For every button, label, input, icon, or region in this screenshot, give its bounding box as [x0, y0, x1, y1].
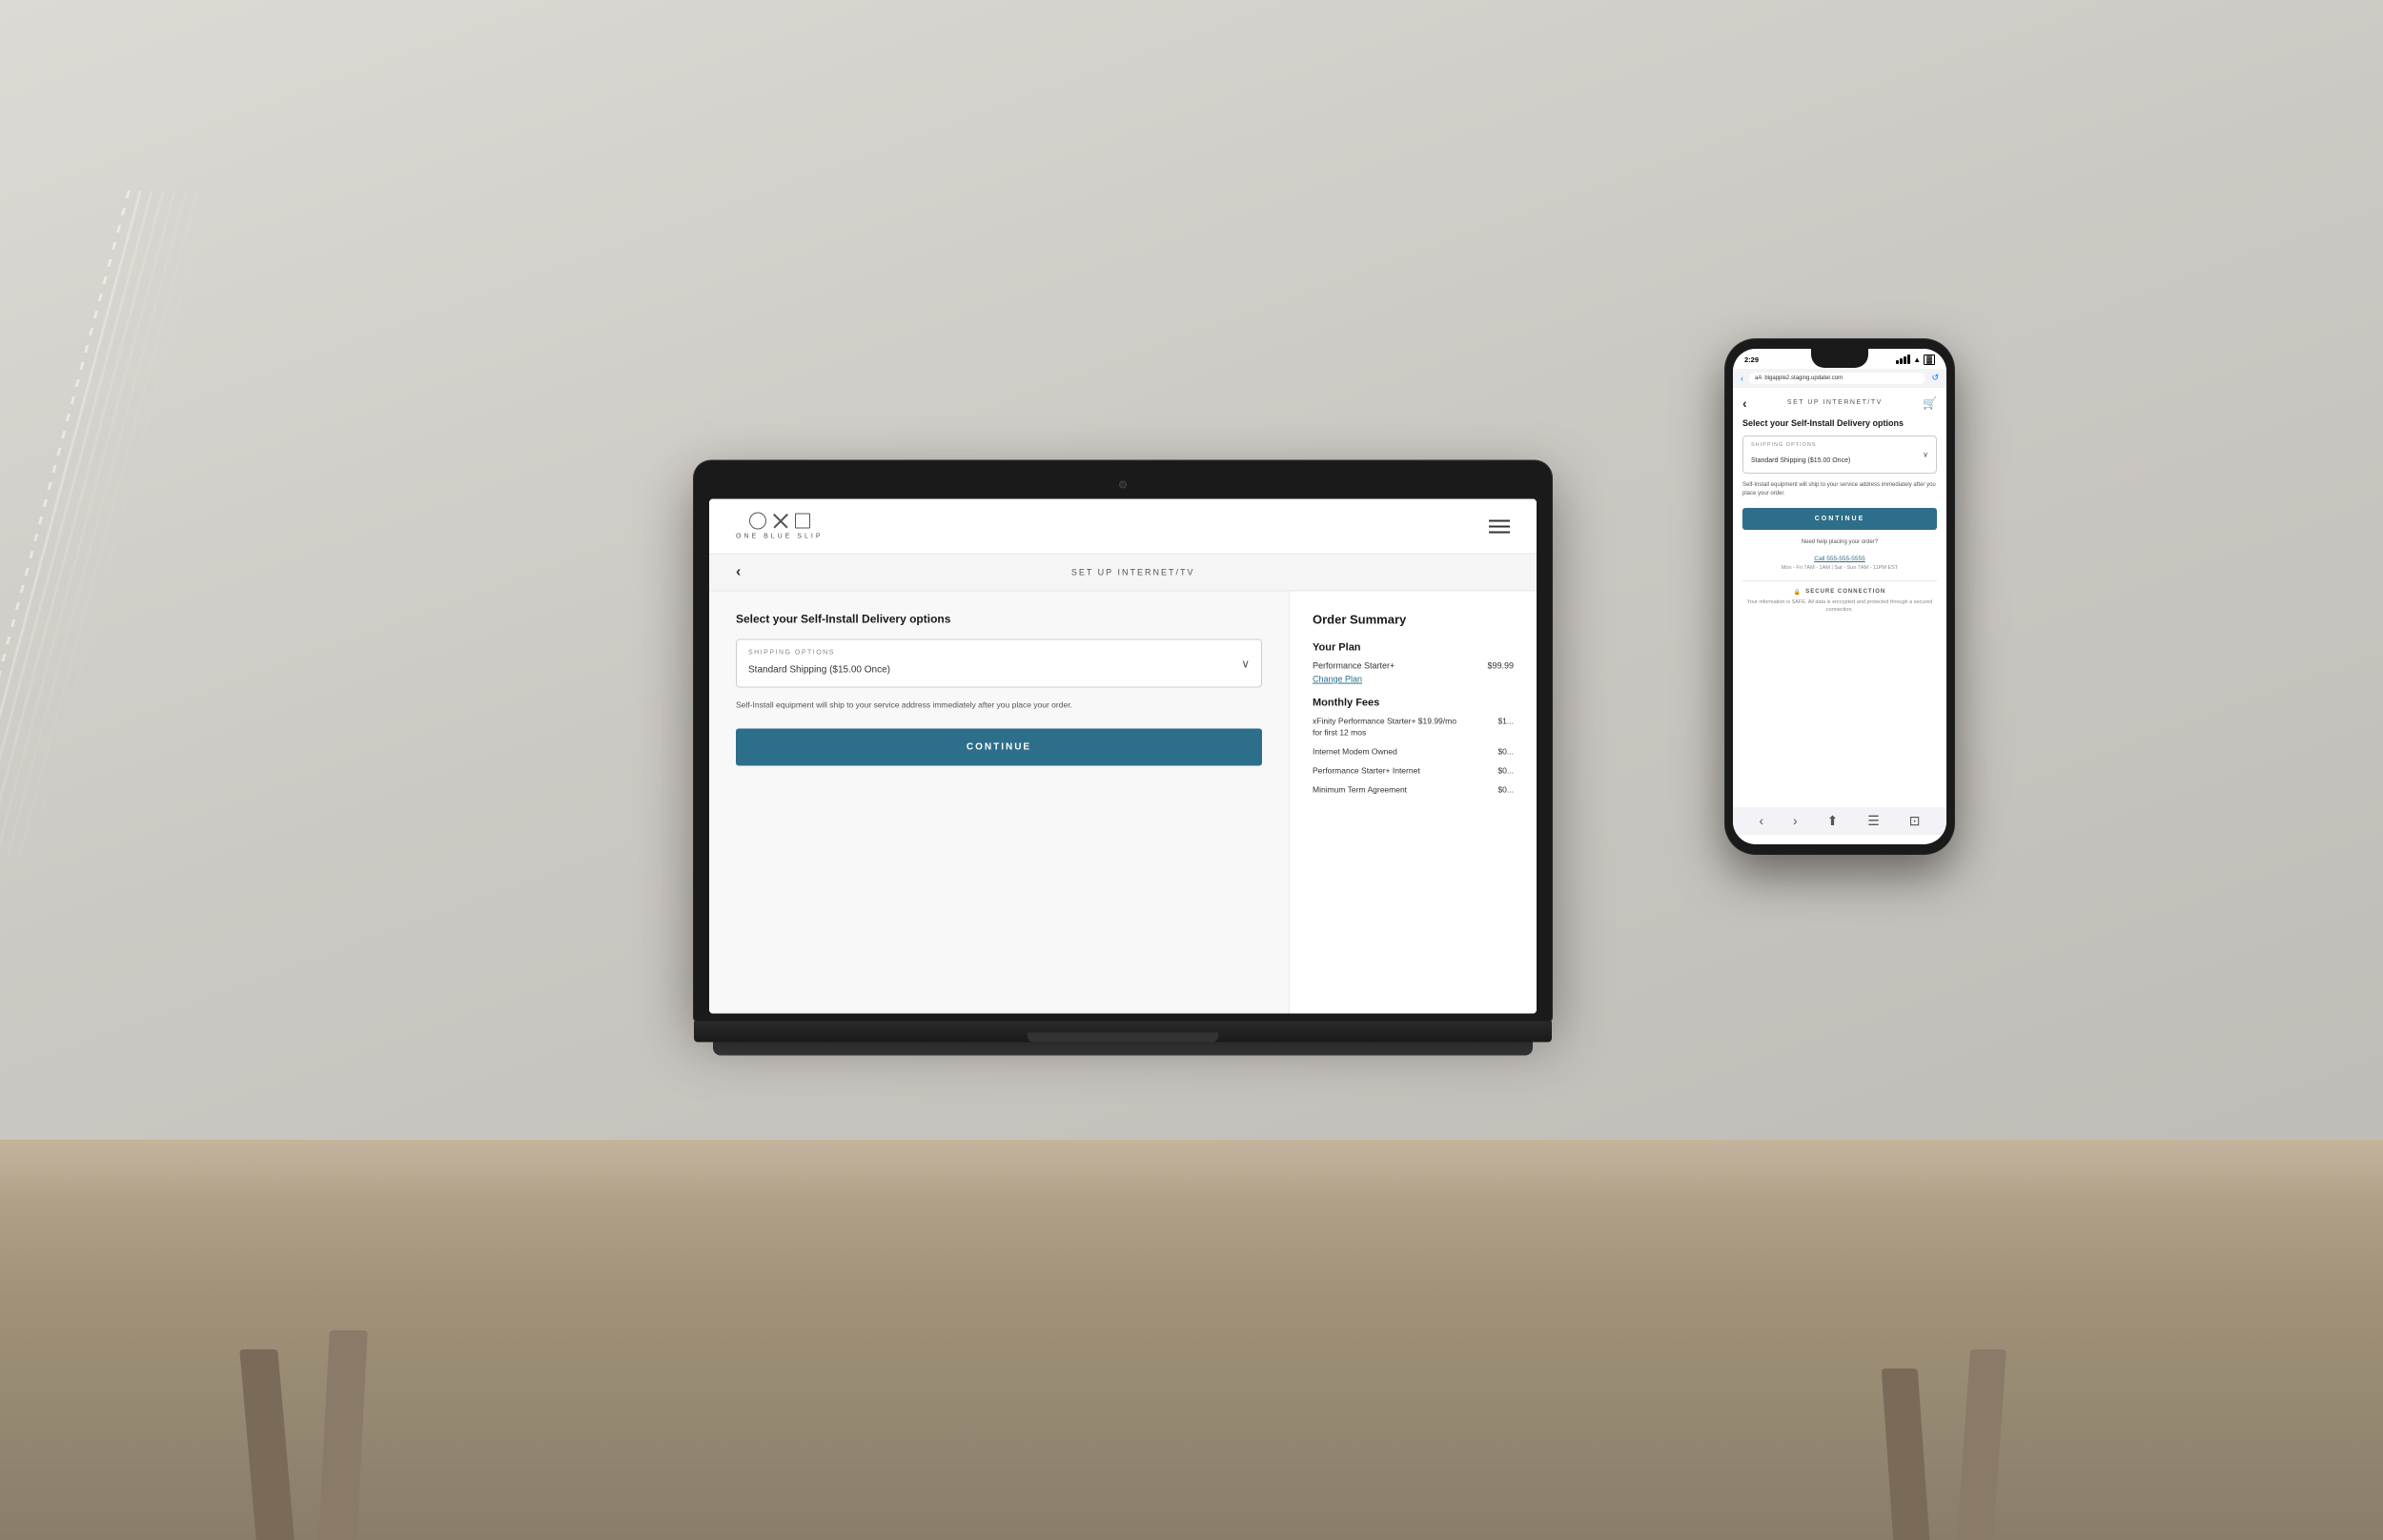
phone-browser-back-button[interactable]: ‹: [1741, 374, 1743, 383]
section-title: Select your Self-Install Delivery option…: [736, 613, 1262, 626]
shipping-options-label: SHIPPING OPTIONS: [748, 650, 1250, 657]
phone-help-hours: Mon - Fri 7AM - 1AM | Sat - Sun 7AM - 11…: [1742, 565, 1937, 571]
battery-icon: ▓: [1924, 355, 1935, 365]
laptop: ONE BLUE SLIP ‹ SET UP INTERNET/TV Selec…: [694, 461, 1552, 1056]
your-plan-title: Your Plan: [1313, 642, 1514, 654]
logo-text: ONE BLUE SLIP: [736, 534, 824, 540]
plan-price: $99.99: [1487, 661, 1514, 671]
phone-back-nav-icon[interactable]: ‹: [1759, 813, 1763, 828]
phone-secure-title: 🔒 SECURE CONNECTION: [1742, 589, 1937, 596]
order-summary-title: Order Summary: [1313, 613, 1514, 627]
logo-symbols: [749, 513, 810, 530]
url-text: bigapple2.staging.updater.com: [1764, 375, 1843, 381]
continue-button[interactable]: CONTINUE: [736, 728, 1262, 765]
phone-outer: 2:29 ▲ ▓ ‹ aA bigapple2.stagi: [1725, 339, 1954, 854]
phone-chevron-down-icon: ∨: [1923, 450, 1928, 458]
phone-bottom-bar: ‹ › ⬆ ☰ ⊡: [1733, 807, 1946, 835]
phone-page-title: SET UP INTERNET/TV: [1787, 399, 1883, 406]
logo-area: ONE BLUE SLIP: [736, 513, 824, 540]
phone-help-phone-link[interactable]: Call 555-555-5555: [1814, 556, 1864, 562]
phone: 2:29 ▲ ▓ ‹ aA bigapple2.stagi: [1725, 339, 1954, 854]
phone-screen: 2:29 ▲ ▓ ‹ aA bigapple2.stagi: [1733, 349, 1946, 844]
signal-icon: [1896, 355, 1910, 364]
phone-browser-bar: ‹ aA bigapple2.staging.updater.com ↺: [1733, 369, 1946, 388]
phone-secure-text: Your information is SAFE. All data is en…: [1742, 598, 1937, 615]
phone-url-bar[interactable]: aA bigapple2.staging.updater.com: [1749, 373, 1925, 384]
phone-tabs-icon[interactable]: ⊡: [1909, 813, 1921, 829]
fee-row-1: xFinity Performance Starter+ $19.99/mo f…: [1313, 717, 1514, 740]
fee-amount-2: $0...: [1497, 746, 1514, 758]
phone-shipping-label: SHIPPING OPTIONS: [1751, 442, 1928, 448]
change-plan-link[interactable]: Change Plan: [1313, 675, 1514, 684]
laptop-screen-outer: ONE BLUE SLIP ‹ SET UP INTERNET/TV Selec…: [694, 461, 1552, 1022]
phone-notch: [1811, 349, 1868, 368]
fee-amount-4: $0...: [1497, 784, 1514, 796]
fee-amount-1: $1...: [1497, 717, 1514, 740]
phone-share-icon[interactable]: ⬆: [1827, 813, 1839, 829]
phone-shipping-value: Standard Shipping ($15.00 Once): [1751, 457, 1850, 464]
chair-right: [1849, 1216, 2116, 1540]
phone-shipping-options-dropdown[interactable]: SHIPPING OPTIONS Standard Shipping ($15.…: [1742, 436, 1937, 474]
order-summary-sidebar: Order Summary Your Plan Performance Star…: [1289, 592, 1537, 1014]
phone-reload-button[interactable]: ↺: [1931, 373, 1939, 383]
phone-forward-nav-icon[interactable]: ›: [1793, 813, 1798, 828]
aa-label: aA: [1755, 375, 1762, 381]
logo-square-icon: [795, 514, 810, 529]
back-button[interactable]: ‹: [736, 564, 741, 581]
fee-amount-3: $0...: [1497, 765, 1514, 777]
shipping-options-value: Standard Shipping ($15.00 Once): [748, 665, 890, 676]
chair-left: [172, 1178, 477, 1540]
phone-bookmarks-icon[interactable]: ☰: [1867, 813, 1880, 829]
screen-header: ONE BLUE SLIP: [709, 499, 1537, 555]
plan-row: Performance Starter+ $99.99: [1313, 661, 1514, 671]
screen-main: Select your Self-Install Delivery option…: [709, 592, 1289, 1014]
phone-content: ‹ SET UP INTERNET/TV 🛒 Select your Self-…: [1733, 388, 1946, 807]
screen-nav: ‹ SET UP INTERNET/TV: [709, 555, 1537, 592]
monthly-fees-title: Monthly Fees: [1313, 698, 1514, 709]
cart-icon[interactable]: 🛒: [1923, 396, 1937, 410]
phone-help-text: Need help placing your order?: [1742, 539, 1937, 545]
logo-x-icon: [772, 513, 789, 530]
shipping-options-dropdown[interactable]: SHIPPING OPTIONS Standard Shipping ($15.…: [736, 639, 1262, 688]
fee-name-2: Internet Modem Owned: [1313, 746, 1397, 758]
fee-name-3: Performance Starter+ Internet: [1313, 765, 1420, 777]
phone-continue-button[interactable]: CONTINUE: [1742, 508, 1937, 530]
fee-name-4: Minimum Term Agreement: [1313, 784, 1407, 796]
laptop-base: [694, 1022, 1552, 1043]
shipping-note: Self-Install equipment will ship to your…: [736, 699, 1262, 712]
fee-row-2: Internet Modem Owned $0...: [1313, 746, 1514, 758]
laptop-screen: ONE BLUE SLIP ‹ SET UP INTERNET/TV Selec…: [709, 499, 1537, 1014]
laptop-camera: [1119, 481, 1127, 489]
hamburger-menu-icon[interactable]: [1489, 516, 1510, 537]
fee-row-3: Performance Starter+ Internet $0...: [1313, 765, 1514, 777]
phone-time: 2:29: [1744, 355, 1759, 364]
phone-help-section: Need help placing your order? Call 555-5…: [1742, 539, 1937, 571]
laptop-bottom: [713, 1043, 1533, 1056]
laptop-hinge: [1028, 1033, 1218, 1043]
chevron-down-icon: ∨: [1241, 657, 1250, 670]
wifi-icon: ▲: [1913, 355, 1921, 364]
lock-icon: 🔒: [1794, 589, 1802, 596]
phone-section-title: Select your Self-Install Delivery option…: [1742, 418, 1937, 428]
phone-shipping-note: Self-Install equipment will ship to your…: [1742, 481, 1937, 498]
laptop-camera-bar: [709, 476, 1537, 499]
desk-surface: [0, 1140, 2383, 1540]
phone-nav: ‹ SET UP INTERNET/TV 🛒: [1742, 395, 1937, 411]
page-title: SET UP INTERNET/TV: [1071, 568, 1195, 578]
fee-row-4: Minimum Term Agreement $0...: [1313, 784, 1514, 796]
phone-status-icons: ▲ ▓: [1896, 355, 1935, 365]
phone-secure-section: 🔒 SECURE CONNECTION Your information is …: [1742, 580, 1937, 615]
phone-back-button[interactable]: ‹: [1742, 395, 1747, 411]
logo-circle-icon: [749, 513, 766, 530]
light-streaks: [0, 191, 210, 858]
fee-name-1: xFinity Performance Starter+ $19.99/mo f…: [1313, 717, 1465, 740]
plan-name: Performance Starter+: [1313, 661, 1395, 671]
screen-body: Select your Self-Install Delivery option…: [709, 592, 1537, 1014]
